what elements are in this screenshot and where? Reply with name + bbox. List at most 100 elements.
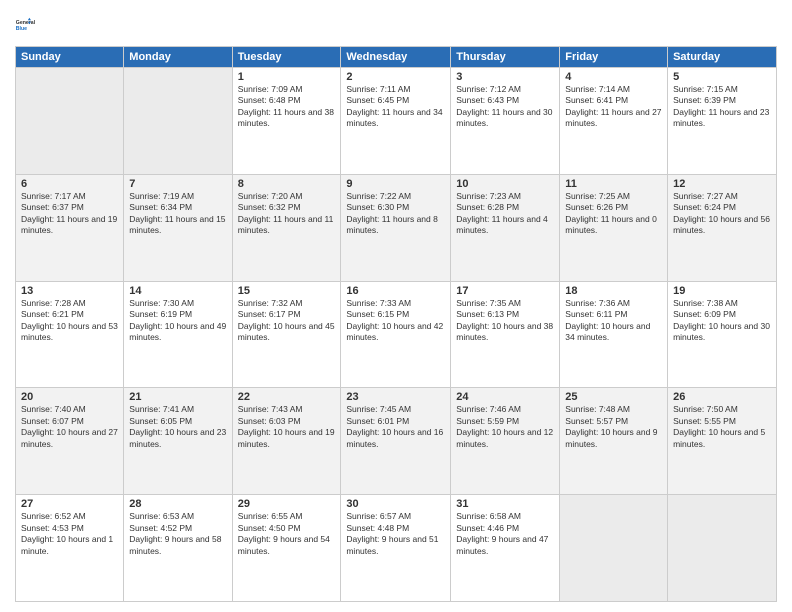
- day-number: 18: [565, 285, 662, 297]
- week-row-5: 27Sunrise: 6:52 AM Sunset: 4:53 PM Dayli…: [16, 495, 777, 602]
- day-cell: 7Sunrise: 7:19 AM Sunset: 6:34 PM Daylig…: [124, 174, 232, 281]
- day-number: 10: [456, 178, 554, 190]
- day-info: Sunrise: 7:15 AM Sunset: 6:39 PM Dayligh…: [673, 84, 771, 130]
- day-header-thursday: Thursday: [451, 47, 560, 68]
- day-info: Sunrise: 6:57 AM Sunset: 4:48 PM Dayligh…: [346, 511, 445, 557]
- day-number: 23: [346, 391, 445, 403]
- day-cell: [124, 68, 232, 175]
- day-info: Sunrise: 6:58 AM Sunset: 4:46 PM Dayligh…: [456, 511, 554, 557]
- svg-text:General: General: [16, 20, 36, 26]
- day-info: Sunrise: 7:40 AM Sunset: 6:07 PM Dayligh…: [21, 404, 118, 450]
- calendar-page: General Blue SundayMondayTuesdayWednesda…: [0, 0, 792, 612]
- day-info: Sunrise: 7:25 AM Sunset: 6:26 PM Dayligh…: [565, 191, 662, 237]
- day-info: Sunrise: 7:22 AM Sunset: 6:30 PM Dayligh…: [346, 191, 445, 237]
- day-cell: 11Sunrise: 7:25 AM Sunset: 6:26 PM Dayli…: [560, 174, 668, 281]
- week-row-2: 6Sunrise: 7:17 AM Sunset: 6:37 PM Daylig…: [16, 174, 777, 281]
- day-info: Sunrise: 7:43 AM Sunset: 6:03 PM Dayligh…: [238, 404, 336, 450]
- day-cell: 27Sunrise: 6:52 AM Sunset: 4:53 PM Dayli…: [16, 495, 124, 602]
- day-cell: [668, 495, 777, 602]
- day-cell: 9Sunrise: 7:22 AM Sunset: 6:30 PM Daylig…: [341, 174, 451, 281]
- day-header-friday: Friday: [560, 47, 668, 68]
- day-number: 15: [238, 285, 336, 297]
- day-cell: 22Sunrise: 7:43 AM Sunset: 6:03 PM Dayli…: [232, 388, 341, 495]
- header-row: SundayMondayTuesdayWednesdayThursdayFrid…: [16, 47, 777, 68]
- day-cell: 1Sunrise: 7:09 AM Sunset: 6:48 PM Daylig…: [232, 68, 341, 175]
- day-number: 25: [565, 391, 662, 403]
- day-number: 31: [456, 498, 554, 510]
- day-number: 5: [673, 71, 771, 83]
- day-cell: [560, 495, 668, 602]
- day-number: 12: [673, 178, 771, 190]
- day-number: 26: [673, 391, 771, 403]
- day-number: 28: [129, 498, 226, 510]
- day-info: Sunrise: 7:50 AM Sunset: 5:55 PM Dayligh…: [673, 404, 771, 450]
- day-number: 14: [129, 285, 226, 297]
- day-cell: 29Sunrise: 6:55 AM Sunset: 4:50 PM Dayli…: [232, 495, 341, 602]
- day-number: 2: [346, 71, 445, 83]
- week-row-1: 1Sunrise: 7:09 AM Sunset: 6:48 PM Daylig…: [16, 68, 777, 175]
- day-cell: 2Sunrise: 7:11 AM Sunset: 6:45 PM Daylig…: [341, 68, 451, 175]
- day-number: 21: [129, 391, 226, 403]
- day-cell: 23Sunrise: 7:45 AM Sunset: 6:01 PM Dayli…: [341, 388, 451, 495]
- day-number: 13: [21, 285, 118, 297]
- day-number: 6: [21, 178, 118, 190]
- day-info: Sunrise: 7:23 AM Sunset: 6:28 PM Dayligh…: [456, 191, 554, 237]
- day-cell: 12Sunrise: 7:27 AM Sunset: 6:24 PM Dayli…: [668, 174, 777, 281]
- day-number: 17: [456, 285, 554, 297]
- day-cell: 30Sunrise: 6:57 AM Sunset: 4:48 PM Dayli…: [341, 495, 451, 602]
- day-cell: 17Sunrise: 7:35 AM Sunset: 6:13 PM Dayli…: [451, 281, 560, 388]
- svg-text:Blue: Blue: [16, 26, 27, 32]
- day-info: Sunrise: 7:33 AM Sunset: 6:15 PM Dayligh…: [346, 298, 445, 344]
- day-info: Sunrise: 7:36 AM Sunset: 6:11 PM Dayligh…: [565, 298, 662, 344]
- calendar-table: SundayMondayTuesdayWednesdayThursdayFrid…: [15, 46, 777, 602]
- day-cell: 18Sunrise: 7:36 AM Sunset: 6:11 PM Dayli…: [560, 281, 668, 388]
- logo: General Blue: [15, 10, 45, 40]
- day-number: 16: [346, 285, 445, 297]
- day-number: 22: [238, 391, 336, 403]
- day-info: Sunrise: 7:14 AM Sunset: 6:41 PM Dayligh…: [565, 84, 662, 130]
- day-number: 7: [129, 178, 226, 190]
- day-number: 29: [238, 498, 336, 510]
- day-cell: 19Sunrise: 7:38 AM Sunset: 6:09 PM Dayli…: [668, 281, 777, 388]
- day-info: Sunrise: 7:30 AM Sunset: 6:19 PM Dayligh…: [129, 298, 226, 344]
- day-cell: 8Sunrise: 7:20 AM Sunset: 6:32 PM Daylig…: [232, 174, 341, 281]
- day-cell: 3Sunrise: 7:12 AM Sunset: 6:43 PM Daylig…: [451, 68, 560, 175]
- day-cell: 5Sunrise: 7:15 AM Sunset: 6:39 PM Daylig…: [668, 68, 777, 175]
- day-info: Sunrise: 7:11 AM Sunset: 6:45 PM Dayligh…: [346, 84, 445, 130]
- day-number: 4: [565, 71, 662, 83]
- day-info: Sunrise: 7:48 AM Sunset: 5:57 PM Dayligh…: [565, 404, 662, 450]
- day-cell: 24Sunrise: 7:46 AM Sunset: 5:59 PM Dayli…: [451, 388, 560, 495]
- week-row-3: 13Sunrise: 7:28 AM Sunset: 6:21 PM Dayli…: [16, 281, 777, 388]
- day-cell: 15Sunrise: 7:32 AM Sunset: 6:17 PM Dayli…: [232, 281, 341, 388]
- day-header-monday: Monday: [124, 47, 232, 68]
- day-info: Sunrise: 7:35 AM Sunset: 6:13 PM Dayligh…: [456, 298, 554, 344]
- day-info: Sunrise: 6:52 AM Sunset: 4:53 PM Dayligh…: [21, 511, 118, 557]
- day-number: 24: [456, 391, 554, 403]
- day-cell: 6Sunrise: 7:17 AM Sunset: 6:37 PM Daylig…: [16, 174, 124, 281]
- day-number: 11: [565, 178, 662, 190]
- day-info: Sunrise: 7:20 AM Sunset: 6:32 PM Dayligh…: [238, 191, 336, 237]
- day-info: Sunrise: 7:32 AM Sunset: 6:17 PM Dayligh…: [238, 298, 336, 344]
- day-cell: 4Sunrise: 7:14 AM Sunset: 6:41 PM Daylig…: [560, 68, 668, 175]
- day-info: Sunrise: 7:27 AM Sunset: 6:24 PM Dayligh…: [673, 191, 771, 237]
- day-cell: 20Sunrise: 7:40 AM Sunset: 6:07 PM Dayli…: [16, 388, 124, 495]
- day-cell: 14Sunrise: 7:30 AM Sunset: 6:19 PM Dayli…: [124, 281, 232, 388]
- day-number: 9: [346, 178, 445, 190]
- day-header-tuesday: Tuesday: [232, 47, 341, 68]
- day-info: Sunrise: 7:19 AM Sunset: 6:34 PM Dayligh…: [129, 191, 226, 237]
- day-info: Sunrise: 7:17 AM Sunset: 6:37 PM Dayligh…: [21, 191, 118, 237]
- day-number: 3: [456, 71, 554, 83]
- day-info: Sunrise: 7:38 AM Sunset: 6:09 PM Dayligh…: [673, 298, 771, 344]
- day-info: Sunrise: 7:09 AM Sunset: 6:48 PM Dayligh…: [238, 84, 336, 130]
- day-info: Sunrise: 7:12 AM Sunset: 6:43 PM Dayligh…: [456, 84, 554, 130]
- day-number: 20: [21, 391, 118, 403]
- day-info: Sunrise: 6:53 AM Sunset: 4:52 PM Dayligh…: [129, 511, 226, 557]
- week-row-4: 20Sunrise: 7:40 AM Sunset: 6:07 PM Dayli…: [16, 388, 777, 495]
- day-header-sunday: Sunday: [16, 47, 124, 68]
- day-cell: 16Sunrise: 7:33 AM Sunset: 6:15 PM Dayli…: [341, 281, 451, 388]
- day-number: 30: [346, 498, 445, 510]
- day-cell: 10Sunrise: 7:23 AM Sunset: 6:28 PM Dayli…: [451, 174, 560, 281]
- day-number: 19: [673, 285, 771, 297]
- day-cell: 21Sunrise: 7:41 AM Sunset: 6:05 PM Dayli…: [124, 388, 232, 495]
- header: General Blue: [15, 10, 777, 40]
